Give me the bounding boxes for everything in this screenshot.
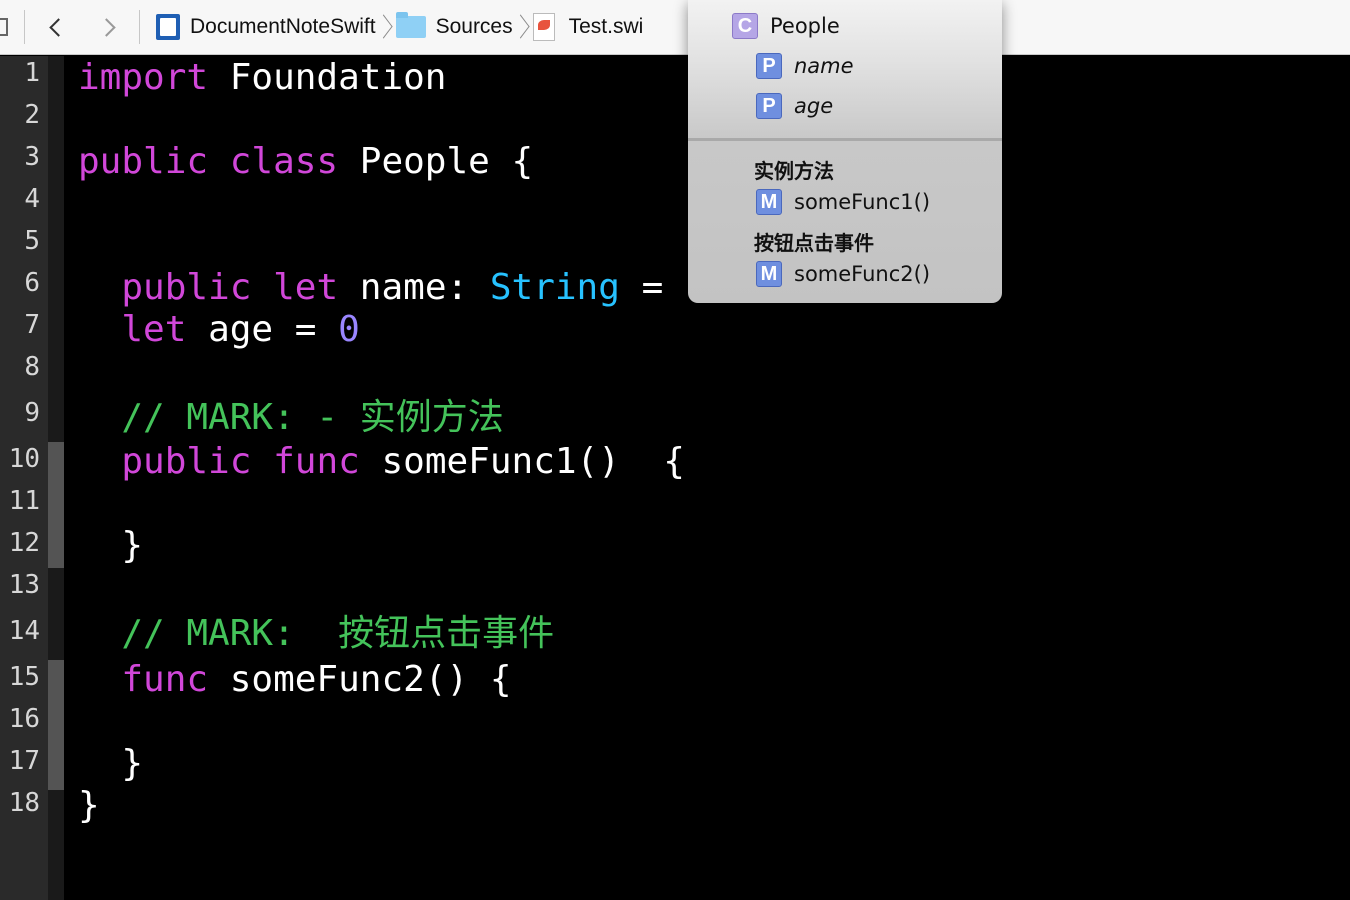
- code-line-17: }: [78, 742, 143, 786]
- breadcrumb-folder[interactable]: Sources: [395, 0, 513, 55]
- line-number: 14: [8, 616, 40, 646]
- symbol-label: age: [794, 94, 834, 118]
- keyword: let: [273, 267, 339, 308]
- code-line-7: let age = 0: [78, 308, 360, 352]
- type-name: String: [489, 267, 620, 308]
- code-line-14: // MARK: 按钮点击事件: [78, 612, 554, 656]
- code-text: People {: [338, 141, 534, 182]
- keyword: let: [121, 309, 187, 350]
- number-literal: 0: [338, 309, 360, 350]
- property-icon: P: [756, 93, 782, 119]
- swift-file-icon: [532, 13, 555, 41]
- symbol-item-property[interactable]: P age: [756, 91, 833, 121]
- method-icon: M: [756, 261, 782, 287]
- line-number: 10: [8, 444, 40, 474]
- related-items-icon[interactable]: [0, 0, 14, 55]
- property-icon: P: [756, 53, 782, 79]
- breadcrumb-label: DocumentNoteSwift: [190, 15, 376, 38]
- code-text: someFunc1() {: [359, 441, 685, 482]
- line-number: 17: [8, 746, 40, 776]
- class-icon: C: [732, 13, 758, 39]
- chevron-left-icon: [48, 17, 68, 37]
- symbol-label: name: [794, 54, 854, 78]
- symbol-item-property[interactable]: P name: [756, 51, 854, 81]
- line-number: 3: [24, 142, 40, 172]
- code-text: }: [121, 525, 144, 566]
- line-number: 11: [8, 486, 40, 516]
- line-number-gutter: 1 2 3 4 5 6 7 8 9 10 11 12 13 14 15 16 1…: [0, 56, 48, 900]
- folder-icon: [395, 12, 426, 38]
- line-number: 7: [24, 310, 40, 340]
- symbol-label: someFunc1(): [794, 190, 931, 214]
- line-number: 18: [8, 788, 40, 818]
- code-line-9: // MARK: - 实例方法: [78, 396, 504, 440]
- symbol-item-method[interactable]: M someFunc2(): [756, 259, 930, 289]
- back-button[interactable]: [35, 7, 75, 47]
- code-folding-ribbon[interactable]: [48, 660, 64, 790]
- code-text: =: [619, 267, 664, 308]
- code-text: age =: [186, 309, 339, 350]
- line-number: 1: [24, 58, 40, 88]
- keyword: func: [121, 659, 209, 700]
- keyword: public: [78, 141, 209, 182]
- chevron-right-icon: [96, 17, 116, 37]
- symbol-item-class[interactable]: C People: [732, 11, 840, 41]
- line-number: 5: [24, 226, 40, 256]
- code-line-3: public class People {: [78, 140, 533, 184]
- code-text: }: [121, 743, 144, 784]
- breadcrumb-label: Sources: [435, 15, 513, 38]
- mark-heading: 按钮点击事件: [754, 231, 874, 255]
- line-number: 12: [8, 528, 40, 558]
- forward-button[interactable]: [89, 7, 129, 47]
- code-line-10: public func someFunc1() {: [78, 440, 685, 484]
- change-indicator-bar: [48, 56, 64, 900]
- breadcrumb-label: Test.swi: [568, 15, 644, 38]
- menu-divider: [688, 138, 1002, 141]
- mark-heading: 实例方法: [754, 159, 834, 183]
- jump-bar: DocumentNoteSwift Sources Test.swi: [0, 0, 1350, 55]
- code-text: }: [78, 785, 100, 826]
- code-folding-ribbon[interactable]: [48, 442, 64, 568]
- code-line-15: func someFunc2() {: [78, 658, 512, 702]
- line-number: 8: [24, 352, 40, 382]
- toolbar-divider: [24, 10, 25, 44]
- code-line-1: import Foundation: [78, 56, 446, 100]
- xcode-project-icon: [156, 14, 180, 40]
- breadcrumb-file[interactable]: Test.swi: [532, 0, 644, 55]
- comment: // MARK: 按钮点击事件: [121, 613, 555, 654]
- keyword: func: [273, 441, 360, 482]
- code-text: name:: [338, 267, 490, 308]
- symbol-item-method[interactable]: M someFunc1(): [756, 187, 930, 217]
- symbol-label: People: [770, 14, 840, 38]
- line-number: 4: [24, 184, 40, 214]
- breadcrumb-separator-icon: [517, 13, 529, 41]
- breadcrumb-separator-icon: [380, 13, 392, 41]
- line-number: 16: [8, 704, 40, 734]
- method-icon: M: [756, 189, 782, 215]
- line-number: 6: [24, 268, 40, 298]
- keyword: class: [229, 141, 339, 182]
- code-line-12: }: [78, 524, 143, 568]
- code-text: someFunc2() {: [208, 659, 512, 700]
- document-items-menu: C People P name P age 实例方法 M someFunc1()…: [688, 0, 1002, 303]
- line-number: 9: [24, 398, 40, 428]
- line-number: 2: [24, 100, 40, 130]
- code-line-18: }: [78, 784, 100, 828]
- keyword: public: [121, 441, 252, 482]
- symbol-label: someFunc2(): [794, 262, 931, 286]
- code-line-6: public let name: String =: [78, 266, 663, 310]
- toolbar-divider: [139, 10, 140, 44]
- line-number: 15: [8, 662, 40, 692]
- line-number: 13: [8, 570, 40, 600]
- breadcrumb-project[interactable]: DocumentNoteSwift: [156, 0, 376, 55]
- code-text: Foundation: [208, 57, 447, 98]
- keyword: public: [121, 267, 252, 308]
- comment: // MARK: - 实例方法: [121, 397, 504, 438]
- keyword: import: [78, 57, 209, 98]
